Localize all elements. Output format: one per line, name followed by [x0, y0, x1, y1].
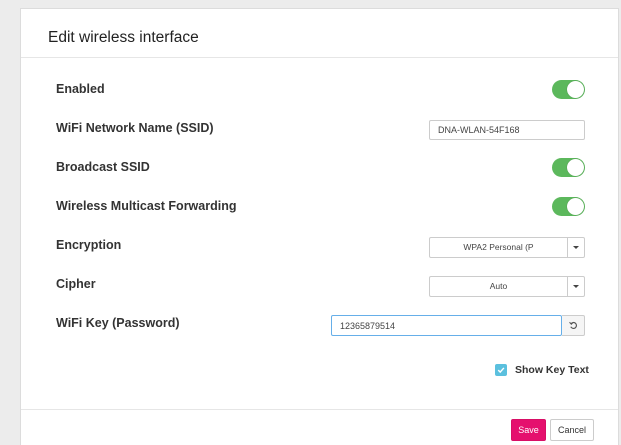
reset-icon	[568, 321, 577, 329]
header-divider	[21, 57, 618, 58]
save-button[interactable]: Save	[511, 419, 546, 441]
cancel-button[interactable]: Cancel	[550, 419, 594, 441]
edit-wireless-dialog: Edit wireless interface Enabled WiFi Net…	[20, 8, 619, 445]
encryption-selected-value: WPA2 Personal (P	[463, 242, 534, 252]
caret-down-icon[interactable]	[567, 277, 584, 296]
cipher-label: Cipher	[56, 277, 96, 291]
multicast-forwarding-toggle[interactable]	[552, 197, 585, 216]
checkmark-icon	[497, 367, 505, 374]
encryption-select[interactable]: WPA2 Personal (P	[429, 237, 585, 258]
wifi-key-label: WiFi Key (Password)	[56, 316, 180, 330]
multicast-forwarding-label: Wireless Multicast Forwarding	[56, 199, 237, 213]
encryption-label: Encryption	[56, 238, 122, 252]
toggle-knob	[567, 159, 584, 176]
cipher-selected-value: Auto	[489, 281, 508, 291]
broadcast-ssid-label: Broadcast SSID	[56, 160, 150, 174]
wifi-key-input[interactable]	[331, 315, 562, 336]
toggle-knob	[567, 198, 584, 215]
broadcast-ssid-toggle[interactable]	[552, 158, 585, 177]
reset-key-button[interactable]	[562, 315, 585, 336]
enabled-toggle[interactable]	[552, 80, 585, 99]
show-key-checkbox[interactable]	[495, 364, 507, 376]
toggle-knob	[567, 81, 584, 98]
caret-down-icon[interactable]	[567, 238, 584, 257]
enabled-label: Enabled	[56, 82, 105, 96]
footer-divider	[21, 409, 618, 410]
ssid-label: WiFi Network Name (SSID)	[56, 121, 214, 135]
cipher-select[interactable]: Auto	[429, 276, 585, 297]
ssid-input[interactable]	[429, 120, 585, 140]
dialog-title: Edit wireless interface	[48, 29, 199, 46]
show-key-label[interactable]: Show Key Text	[515, 364, 589, 376]
